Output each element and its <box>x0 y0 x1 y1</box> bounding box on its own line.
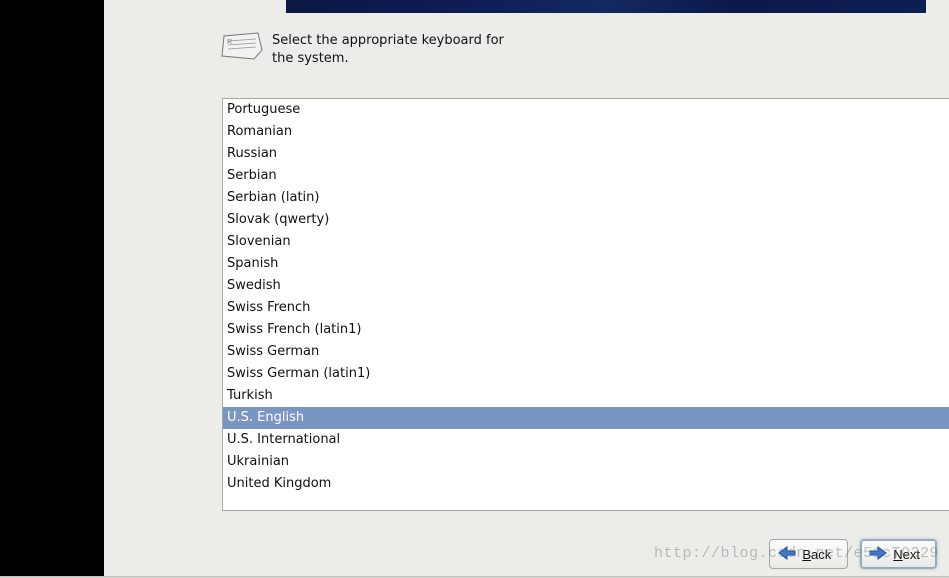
keyboard-list-item[interactable]: Swedish <box>223 275 949 297</box>
next-button[interactable]: Next <box>860 539 937 569</box>
keyboard-list-item[interactable]: Ukrainian <box>223 451 949 473</box>
keyboard-list-item[interactable]: Swiss German <box>223 341 949 363</box>
keyboard-list-item[interactable]: Swiss French <box>223 297 949 319</box>
keyboard-list[interactable]: PortugueseRomanianRussianSerbianSerbian … <box>223 99 949 510</box>
banner-strip <box>286 0 926 13</box>
instruction-text: Select the appropriate keyboard for the … <box>272 32 512 67</box>
back-button[interactable]: Back <box>769 539 848 569</box>
keyboard-list-item[interactable]: Russian <box>223 143 949 165</box>
keyboard-list-item[interactable]: Romanian <box>223 121 949 143</box>
keyboard-list-item[interactable]: Swiss German (latin1) <box>223 363 949 385</box>
keyboard-list-item[interactable]: Turkish <box>223 385 949 407</box>
keyboard-icon: R <box>220 32 264 62</box>
arrow-left-icon <box>778 545 796 564</box>
back-button-label: Back <box>802 547 831 562</box>
keyboard-list-item[interactable]: Slovak (qwerty) <box>223 209 949 231</box>
keyboard-list-item[interactable]: Serbian <box>223 165 949 187</box>
wizard-footer: Back Next <box>104 532 949 576</box>
keyboard-list-item[interactable]: Serbian (latin) <box>223 187 949 209</box>
keyboard-list-item[interactable]: United Kingdom <box>223 473 949 495</box>
keyboard-list-item[interactable]: Spanish <box>223 253 949 275</box>
svg-text:R: R <box>227 39 232 46</box>
keyboard-list-item[interactable]: Portuguese <box>223 99 949 121</box>
next-button-label: Next <box>893 547 920 562</box>
installer-window: R Select the appropriate keyboard for th… <box>104 0 949 576</box>
keyboard-list-item[interactable]: Slovenian <box>223 231 949 253</box>
keyboard-list-item[interactable]: U.S. International <box>223 429 949 451</box>
arrow-right-icon <box>869 545 887 564</box>
keyboard-list-item[interactable]: Swiss French (latin1) <box>223 319 949 341</box>
keyboard-list-container: PortugueseRomanianRussianSerbianSerbian … <box>222 98 949 511</box>
keyboard-list-item[interactable]: U.S. English <box>223 407 949 429</box>
instruction-row: R Select the appropriate keyboard for th… <box>220 32 512 67</box>
